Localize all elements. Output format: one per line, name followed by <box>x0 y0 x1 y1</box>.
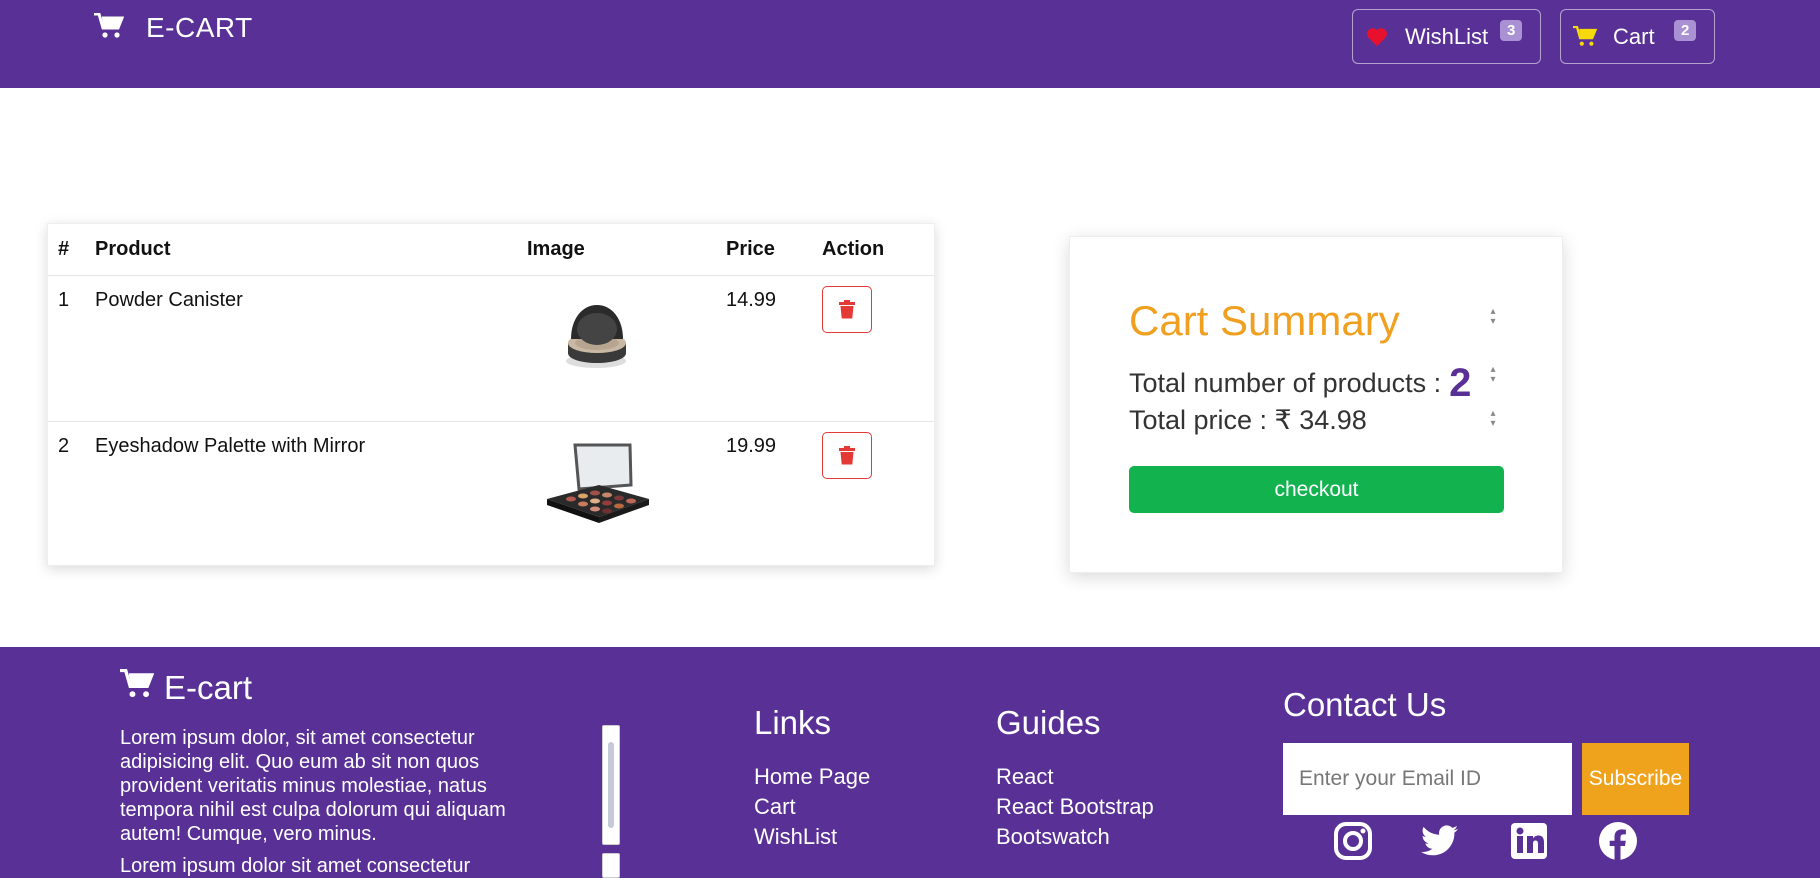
cart-summary-card: Cart Summary ▴ ▾ Total number of products… <box>1069 236 1563 573</box>
powder-canister-image <box>566 304 626 368</box>
cart-label: Cart <box>1613 23 1655 49</box>
product-price: 19.99 <box>726 434 777 457</box>
scroll-arrows[interactable]: ▴ ▾ <box>1488 365 1498 385</box>
brand[interactable]: E-CART <box>94 12 253 44</box>
header-price: Price <box>726 224 822 276</box>
header-action: Action <box>822 224 934 276</box>
links-list: Home Page Cart WishList <box>754 762 870 852</box>
guide-bootswatch[interactable]: Bootswatch <box>996 822 1154 852</box>
cart-icon <box>120 668 155 707</box>
trash-icon <box>839 299 855 318</box>
product-image-cell <box>527 275 726 422</box>
brand-name: E-CART <box>146 12 253 43</box>
checkout-button[interactable]: checkout <box>1129 466 1504 513</box>
scroll-arrows[interactable]: ▴ ▾ <box>1488 307 1498 327</box>
email-input[interactable] <box>1283 743 1572 815</box>
guides-title: Guides <box>996 704 1101 741</box>
heart-icon <box>1365 26 1389 48</box>
header-image: Image <box>527 224 726 276</box>
wishlist-label: WishList <box>1405 23 1489 49</box>
subscribe-button[interactable]: Subscribe <box>1582 743 1689 815</box>
delete-button[interactable] <box>822 431 872 479</box>
eyeshadow-palette-image <box>547 443 649 523</box>
cart-count-badge: 2 <box>1674 20 1697 41</box>
footer-description-2: Lorem ipsum dolor sit amet consectetur <box>120 855 471 877</box>
twitter-icon[interactable] <box>1420 821 1460 861</box>
guide-react[interactable]: React <box>996 762 1154 792</box>
cart-icon <box>94 12 125 44</box>
footer: E-cart Lorem ipsum dolor, sit amet conse… <box>0 647 1820 878</box>
footer-description-2-scrollbar[interactable] <box>602 853 620 878</box>
header-index: # <box>48 224 95 276</box>
wishlist-button[interactable]: WishList 3 <box>1352 9 1541 64</box>
cart-table: # Product Image Price Action 1 Powder Ca… <box>48 224 934 567</box>
table-row: 2 Eyeshadow Palette with Mirror 19.99 <box>48 421 934 567</box>
navbar: E-CART WishList 3 Cart 2 <box>0 0 1820 88</box>
guide-react-bootstrap[interactable]: React Bootstrap <box>996 792 1154 822</box>
footer-brand: E-cart <box>120 668 253 707</box>
guides-list: React React Bootstrap Bootswatch <box>996 762 1154 852</box>
trash-icon <box>839 445 855 464</box>
wishlist-count-badge: 3 <box>1500 20 1523 41</box>
row-index: 2 <box>58 434 70 457</box>
facebook-icon[interactable] <box>1598 821 1638 861</box>
cart-button[interactable]: Cart 2 <box>1560 9 1715 64</box>
footer-description-scrollbar[interactable] <box>602 725 620 845</box>
total-price-line: Total price : ₹ 34.98 <box>1129 405 1367 435</box>
product-image-cell <box>527 421 726 567</box>
linkedin-icon[interactable] <box>1509 821 1549 861</box>
product-price: 14.99 <box>726 275 822 422</box>
table-header-row: # Product Image Price Action <box>48 224 934 276</box>
link-wishlist[interactable]: WishList <box>754 822 870 852</box>
scroll-arrows[interactable]: ▴ ▾ <box>1488 409 1498 429</box>
product-name: Eyeshadow Palette with Mirror <box>95 434 366 457</box>
link-cart[interactable]: Cart <box>754 792 870 822</box>
link-home-page[interactable]: Home Page <box>754 762 870 792</box>
header-product: Product <box>95 224 527 276</box>
delete-button[interactable] <box>822 285 872 333</box>
instagram-icon[interactable] <box>1333 821 1373 861</box>
total-products-label: Total number of products : <box>1129 368 1442 398</box>
product-name: Powder Canister <box>95 275 527 422</box>
contact-title: Contact Us <box>1283 686 1447 723</box>
row-index: 1 <box>48 275 95 422</box>
total-products-value: 2 <box>1449 361 1472 405</box>
total-products-line: Total number of products :2 <box>1129 361 1471 406</box>
table-row: 1 Powder Canister 14.99 <box>48 275 934 422</box>
footer-description: Lorem ipsum dolor, sit amet consectetur … <box>120 727 506 845</box>
cart-table-card: # Product Image Price Action 1 Powder Ca… <box>47 223 935 566</box>
summary-title: Cart Summary <box>1129 297 1400 344</box>
links-title: Links <box>754 704 832 741</box>
footer-brand-name: E-cart <box>164 669 253 706</box>
action-cell <box>822 421 934 567</box>
action-cell <box>822 275 934 422</box>
cart-icon <box>1573 26 1597 48</box>
